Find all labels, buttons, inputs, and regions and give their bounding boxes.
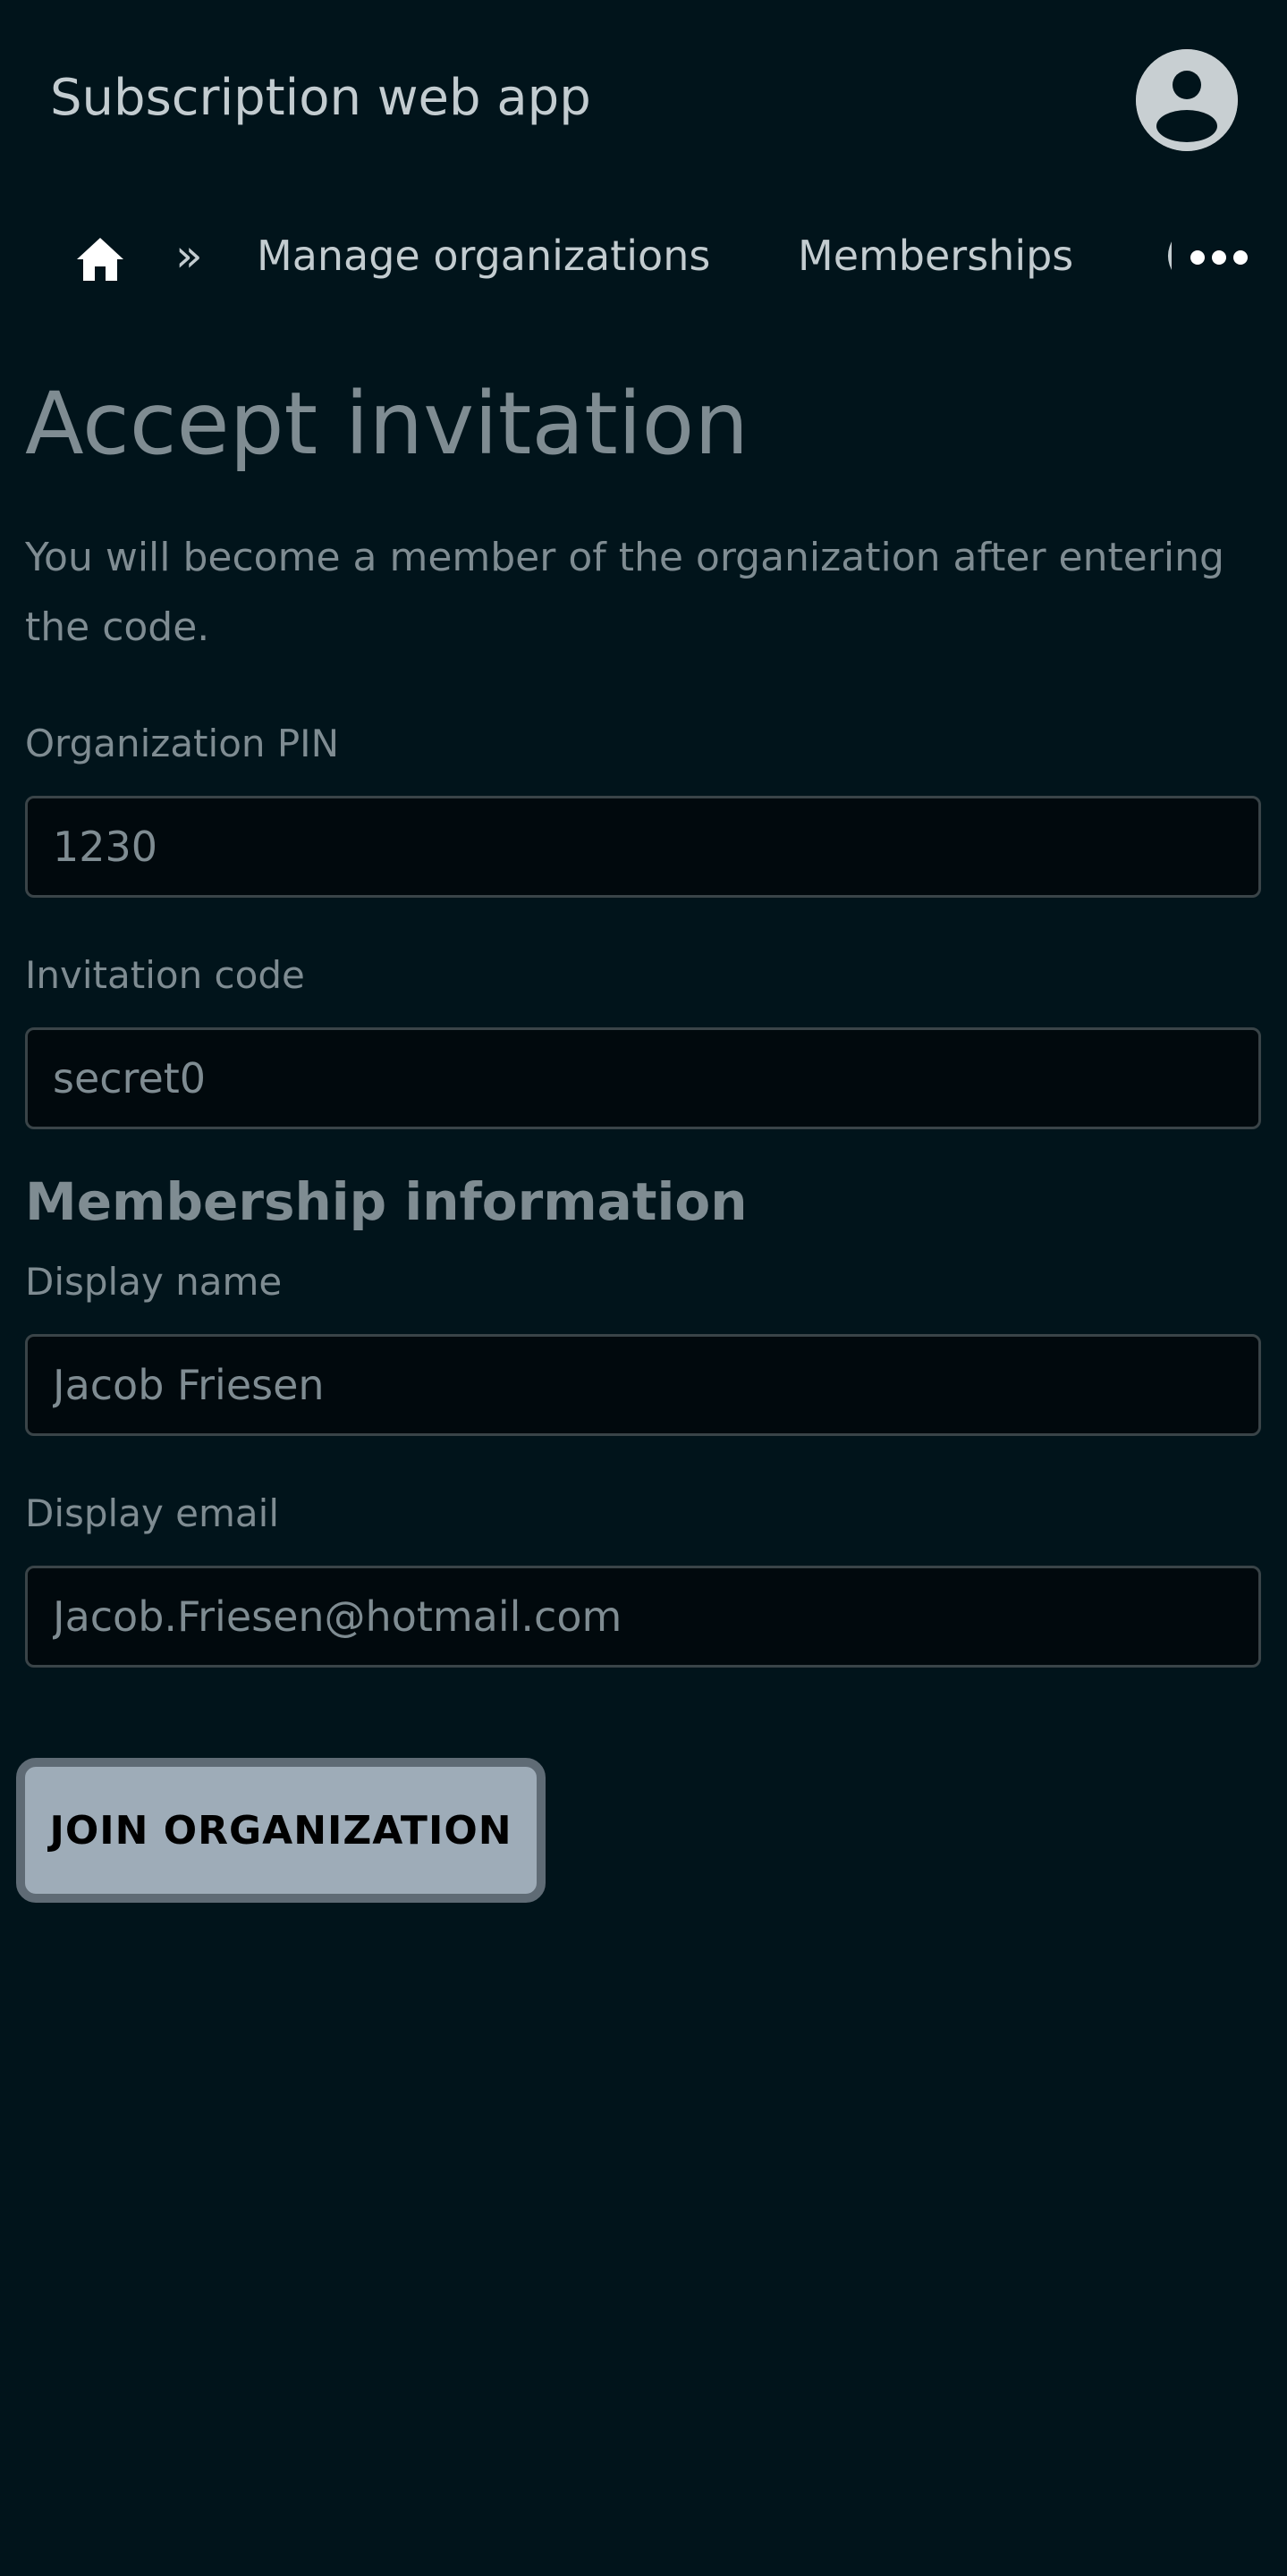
app-header: Subscription web app bbox=[0, 0, 1287, 197]
intro-text: You will become a member of the organiza… bbox=[25, 535, 1224, 650]
breadcrumb-item-truncated[interactable]: ( bbox=[1164, 234, 1172, 275]
invitation-code-label: Invitation code bbox=[25, 953, 305, 997]
breadcrumb-item-manage-organizations[interactable]: Manage organizations bbox=[257, 231, 710, 281]
page-title: Accept invitation bbox=[25, 374, 749, 474]
display-email-label: Display email bbox=[25, 1491, 279, 1535]
app-title: Subscription web app bbox=[50, 69, 591, 127]
display-name-label: Display name bbox=[25, 1260, 283, 1304]
display-name-input[interactable] bbox=[25, 1334, 1261, 1436]
invitation-code-input[interactable] bbox=[25, 1027, 1261, 1129]
display-email-input[interactable] bbox=[25, 1566, 1261, 1668]
home-icon[interactable] bbox=[73, 232, 127, 286]
breadcrumb-item-memberships[interactable]: Memberships bbox=[798, 231, 1073, 281]
more-ellipsis-icon[interactable] bbox=[1190, 241, 1249, 274]
org-pin-label: Organization PIN bbox=[25, 722, 339, 765]
membership-info-heading: Membership information bbox=[25, 1171, 748, 1232]
breadcrumb: » Manage organizations Memberships ( bbox=[0, 215, 1287, 300]
join-organization-button[interactable]: JOIN ORGANIZATION bbox=[16, 1758, 546, 1903]
org-pin-input[interactable] bbox=[25, 796, 1261, 898]
breadcrumb-separator: » bbox=[175, 230, 203, 282]
user-avatar-icon[interactable] bbox=[1136, 49, 1238, 151]
